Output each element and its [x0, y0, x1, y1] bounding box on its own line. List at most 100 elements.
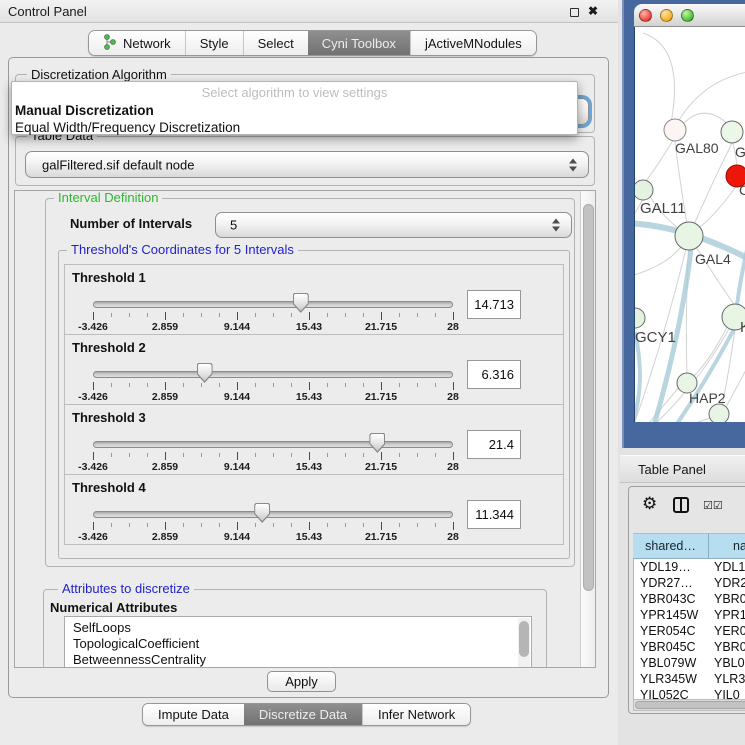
network-edge[interactable] — [643, 33, 675, 123]
network-canvas[interactable]: GAL80GACGAL11GAL4GCY1HHAP2 — [634, 27, 745, 422]
network-edge-thick[interactable] — [737, 221, 745, 305]
tab-style[interactable]: Style — [185, 31, 243, 55]
network-node[interactable] — [721, 121, 743, 143]
network-node[interactable] — [635, 180, 653, 200]
table-cell[interactable]: YPR1 — [709, 607, 745, 623]
network-edge[interactable] — [684, 113, 730, 126]
tab-cyni-toolbox[interactable]: Cyni Toolbox — [308, 31, 410, 55]
slider-thumb[interactable] — [293, 293, 309, 313]
apply-button[interactable]: Apply — [267, 671, 336, 692]
network-node[interactable] — [709, 404, 729, 422]
attribute-item[interactable]: SelfLoops — [65, 620, 531, 636]
network-edge[interactable] — [645, 137, 675, 182]
table-cell[interactable]: YLR345W — [633, 671, 709, 687]
zoom-traffic-light-icon[interactable] — [681, 9, 694, 22]
checkbox-pair-icon[interactable]: ☑☑ — [703, 499, 723, 512]
tick-mark — [129, 383, 130, 387]
table-row[interactable]: YPR145WYPR1 — [633, 607, 745, 623]
network-window-titlebar[interactable] — [634, 4, 745, 27]
slider-track[interactable] — [93, 441, 453, 448]
network-node[interactable] — [635, 308, 645, 328]
table-cell[interactable]: YDL1 — [709, 559, 745, 575]
table-cell[interactable]: YER0 — [709, 623, 745, 639]
slider-track[interactable] — [93, 371, 453, 378]
dropdown-option[interactable]: Equal Width/Frequency Discretization — [15, 119, 574, 136]
tick-mark — [255, 313, 256, 317]
network-edge[interactable] — [689, 143, 732, 236]
tab-discretize-data[interactable]: Discretize Data — [244, 704, 362, 725]
table-cell[interactable]: YIL0 — [709, 687, 745, 699]
close-traffic-light-icon[interactable] — [639, 9, 652, 22]
table-cell[interactable]: YBR045C — [633, 639, 709, 655]
columns-icon[interactable] — [673, 497, 689, 513]
tab-select[interactable]: Select — [243, 31, 308, 55]
table-cell[interactable]: YPR145W — [633, 607, 709, 623]
table-data-combo[interactable]: galFiltered.sif default node — [25, 151, 589, 178]
network-node[interactable] — [675, 222, 703, 250]
table-row[interactable]: YIL052CYIL0 — [633, 687, 745, 699]
table-cell[interactable]: YIL052C — [633, 687, 709, 699]
dropdown-hint: Select algorithm to view settings — [12, 85, 577, 100]
table-cell[interactable]: YBR0 — [709, 639, 745, 655]
tab-impute-data-label: Impute Data — [158, 707, 229, 722]
close-icon[interactable]: ✖ — [588, 4, 598, 18]
gear-icon[interactable]: ⚙ — [642, 494, 657, 514]
threshold-value-field[interactable]: 6.316 — [467, 360, 521, 389]
network-edge[interactable] — [635, 247, 681, 279]
tick-mark — [417, 313, 418, 317]
table-row[interactable]: YLR345WYLR3 — [633, 671, 745, 687]
attributes-list[interactable]: SelfLoopsTopologicalCoefficientBetweenne… — [64, 616, 532, 668]
top-tab-bar: Network Style Select Cyni Toolbox jActiv… — [88, 30, 537, 56]
network-edge[interactable] — [675, 71, 745, 127]
tab-impute-data[interactable]: Impute Data — [143, 704, 244, 725]
tick-label: 9.144 — [224, 531, 250, 543]
network-edge[interactable] — [726, 357, 745, 407]
attribute-item[interactable]: TopologicalCoefficient — [65, 636, 531, 652]
table-row[interactable]: YER054CYER0 — [633, 623, 745, 639]
table-cell[interactable]: YDL19… — [633, 559, 709, 575]
settings-vertical-scrollbar[interactable] — [580, 191, 596, 668]
table-cell[interactable]: YLR3 — [709, 671, 745, 687]
minimize-traffic-light-icon[interactable] — [660, 9, 673, 22]
network-edge[interactable] — [635, 418, 710, 422]
table-horizontal-scrollbar[interactable] — [633, 699, 745, 711]
attributes-list-scrollbar[interactable] — [518, 618, 530, 667]
table-cell[interactable]: YBL079W — [633, 655, 709, 671]
tab-infer-network[interactable]: Infer Network — [362, 704, 470, 725]
table-cell[interactable]: YER054C — [633, 623, 709, 639]
tab-jactivemnodules[interactable]: jActiveMNodules — [410, 31, 536, 55]
tick-label: 2.859 — [152, 321, 178, 333]
dropdown-option[interactable]: Manual Discretization — [15, 102, 574, 119]
network-icon — [103, 34, 116, 53]
number-of-intervals-combo[interactable]: 5 — [215, 212, 572, 238]
table-row[interactable]: YBR045CYBR0 — [633, 639, 745, 655]
table-row[interactable]: YDR27…YDR2 — [633, 575, 745, 591]
slider-thumb[interactable] — [197, 363, 213, 383]
slider-track[interactable] — [93, 301, 453, 308]
slider-thumb[interactable] — [254, 503, 270, 523]
tick-mark — [111, 383, 112, 387]
attribute-item[interactable]: BetweennessCentrality — [65, 652, 531, 668]
table-row[interactable]: YBL079WYBL0 — [633, 655, 745, 671]
control-panel-header: Control Panel ✖ — [0, 0, 618, 23]
table-header-name[interactable]: na — [709, 533, 745, 559]
table-cell[interactable]: YBR0 — [709, 591, 745, 607]
attributes-list-scrollbar-thumb[interactable] — [519, 621, 529, 657]
table-header-shared[interactable]: shared… — [633, 533, 709, 559]
slider-thumb[interactable] — [369, 433, 385, 453]
table-row[interactable]: YBR043CYBR0 — [633, 591, 745, 607]
table-cell[interactable]: YDR2 — [709, 575, 745, 591]
network-node[interactable] — [664, 119, 686, 141]
float-window-icon[interactable] — [570, 8, 579, 17]
table-row[interactable]: YDL19…YDL1 — [633, 559, 745, 575]
table-cell[interactable]: YBR043C — [633, 591, 709, 607]
threshold-value-field[interactable]: 14.713 — [467, 290, 521, 319]
table-cell[interactable]: YDR27… — [633, 575, 709, 591]
slider-track[interactable] — [93, 511, 453, 518]
threshold-value-field[interactable]: 11.344 — [467, 500, 521, 529]
threshold-value-field[interactable]: 21.4 — [467, 430, 521, 459]
settings-vertical-scrollbar-thumb[interactable] — [583, 204, 594, 591]
tab-network[interactable]: Network — [89, 31, 185, 55]
table-horizontal-scrollbar-thumb[interactable] — [635, 701, 745, 709]
table-cell[interactable]: YBL0 — [709, 655, 745, 671]
